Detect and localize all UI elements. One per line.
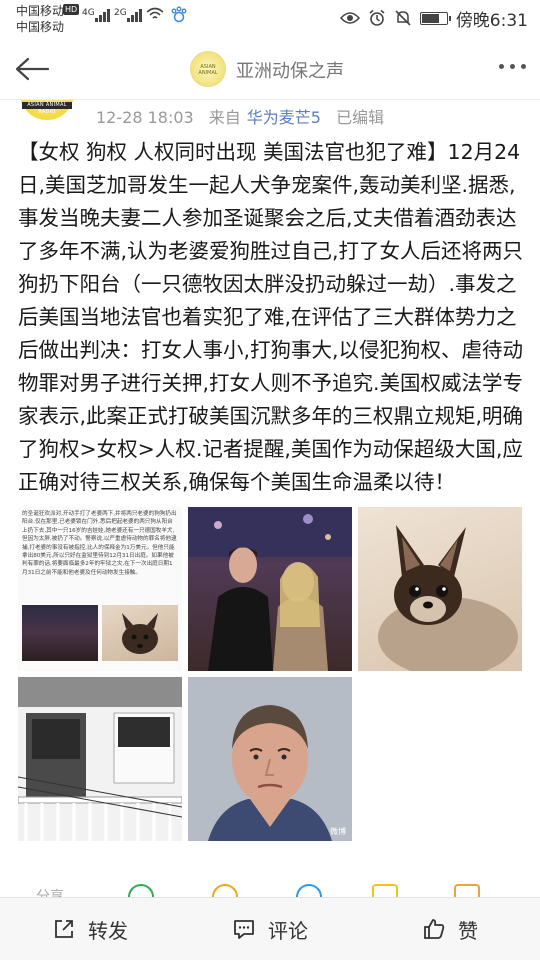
back-arrow-icon [15, 57, 50, 81]
like-button[interactable]: 赞 [360, 898, 540, 960]
signal-icon-2 [127, 8, 142, 22]
hd-badge: HD [63, 4, 80, 15]
post-date: 12-28 18:03 [96, 108, 194, 127]
repost-button[interactable]: 转发 [0, 898, 180, 960]
post-meta: 12-28 18:03 来自 华为麦芒5 已编辑 [96, 104, 384, 128]
post-image-5-mugshot[interactable]: 微博 [188, 677, 352, 841]
status-time: 傍晚6:31 [455, 10, 528, 31]
more-dot-icon [521, 64, 526, 69]
comment-label: 评论 [268, 918, 308, 943]
battery-icon [419, 11, 451, 25]
image-1-dog-thumbnail [102, 605, 178, 661]
notification-paw-icon [171, 6, 187, 23]
weibo-watermark: 微博 [330, 827, 346, 836]
network-type-1: 4G [82, 8, 95, 18]
repost-label: 转发 [88, 918, 128, 943]
repost-icon [55, 920, 73, 938]
back-button[interactable] [10, 50, 54, 88]
image-1-party-thumbnail [22, 605, 98, 661]
alarm-icon [369, 9, 385, 26]
mute-icon [395, 10, 411, 26]
nav-bar: ASIAN ANIMAL 亚洲动保之声 [0, 38, 540, 100]
post-image-2-couple-photo[interactable] [188, 507, 352, 671]
more-options-button[interactable] [499, 64, 526, 69]
thumbs-up-icon [424, 919, 445, 939]
wifi-icon [146, 7, 164, 19]
carrier-label-2: 中国移动 [16, 20, 65, 34]
comment-icon [234, 920, 254, 939]
more-dot-icon [510, 64, 515, 69]
post-from-label: 来自 [208, 108, 241, 127]
comment-button[interactable]: 评论 [180, 898, 360, 960]
post-source-link[interactable]: 华为麦芒5 [247, 108, 321, 127]
post-body-text: 【女权 狗权 人权同时出现 美国法官也犯了难】12月24日,美国芝加哥发生一起人… [18, 140, 524, 494]
account-avatar[interactable]: ASIAN ANIMAL [190, 51, 226, 87]
account-name[interactable]: 亚洲动保之声 [236, 57, 344, 83]
carrier-label-1: 中国移动 [16, 4, 65, 18]
bottom-action-bar: 转发 评论 赞 [0, 897, 540, 960]
post-author-avatar[interactable]: ASIAN ANIMAL RADIO [20, 100, 76, 120]
account-avatar-text: ASIAN ANIMAL [198, 64, 218, 76]
avatar-band-text: ASIAN ANIMAL RADIO [22, 102, 72, 115]
post-image-4-balcony-photo[interactable] [18, 677, 182, 841]
image-1-caption-text: 的圣诞狂欢派对,开动手打了老婆两下,并将两只老婆的狗狗扔出阳台,仅在那里,已老婆… [22, 511, 177, 576]
post-image-3-dog-photo[interactable] [358, 507, 522, 671]
more-dot-icon [499, 64, 504, 69]
eye-icon [339, 12, 360, 24]
like-label: 赞 [458, 918, 478, 943]
battery-level [421, 13, 440, 23]
network-type-2: 2G [114, 8, 127, 18]
status-bar: 中国移动 中国移动 HD 4G 2G 傍晚6:31 [0, 0, 540, 38]
post-edited-label: 已编辑 [336, 108, 385, 127]
post-image-1[interactable]: 的圣诞狂欢派对,开动手打了老婆两下,并将两只老婆的狗狗扔出阳台,仅在那里,已老婆… [18, 507, 182, 671]
signal-icon-1 [95, 8, 110, 22]
